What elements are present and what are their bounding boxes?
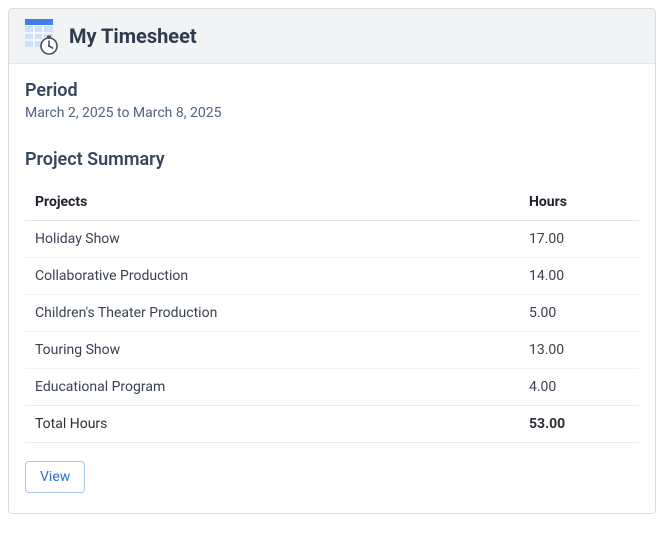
table-row: Children's Theater Production5.00 bbox=[25, 295, 639, 332]
column-header-projects: Projects bbox=[25, 184, 519, 221]
total-value: 53.00 bbox=[519, 406, 639, 443]
project-summary-table: Projects Hours Holiday Show17.00Collabor… bbox=[25, 184, 639, 443]
table-row: Collaborative Production14.00 bbox=[25, 258, 639, 295]
timesheet-card: My Timesheet Period March 2, 2025 to Mar… bbox=[8, 8, 656, 514]
timesheet-icon bbox=[25, 19, 57, 53]
project-name-cell: Collaborative Production bbox=[25, 258, 519, 295]
total-row: Total Hours 53.00 bbox=[25, 406, 639, 443]
card-title: My Timesheet bbox=[69, 24, 197, 48]
total-label: Total Hours bbox=[25, 406, 519, 443]
table-row: Educational Program4.00 bbox=[25, 369, 639, 406]
column-header-hours: Hours bbox=[519, 184, 639, 221]
project-name-cell: Holiday Show bbox=[25, 221, 519, 258]
period-heading: Period bbox=[25, 80, 639, 101]
actions-row: View bbox=[25, 461, 639, 493]
card-header: My Timesheet bbox=[9, 9, 655, 64]
project-name-cell: Children's Theater Production bbox=[25, 295, 519, 332]
view-button[interactable]: View bbox=[25, 461, 85, 493]
card-body: Period March 2, 2025 to March 8, 2025 Pr… bbox=[9, 64, 655, 513]
period-range: March 2, 2025 to March 8, 2025 bbox=[25, 105, 639, 121]
hours-cell: 5.00 bbox=[519, 295, 639, 332]
project-summary-heading: Project Summary bbox=[25, 149, 639, 170]
table-row: Holiday Show17.00 bbox=[25, 221, 639, 258]
project-name-cell: Touring Show bbox=[25, 332, 519, 369]
stopwatch-icon bbox=[39, 35, 59, 55]
hours-cell: 14.00 bbox=[519, 258, 639, 295]
hours-cell: 17.00 bbox=[519, 221, 639, 258]
project-name-cell: Educational Program bbox=[25, 369, 519, 406]
hours-cell: 4.00 bbox=[519, 369, 639, 406]
hours-cell: 13.00 bbox=[519, 332, 639, 369]
table-row: Touring Show13.00 bbox=[25, 332, 639, 369]
